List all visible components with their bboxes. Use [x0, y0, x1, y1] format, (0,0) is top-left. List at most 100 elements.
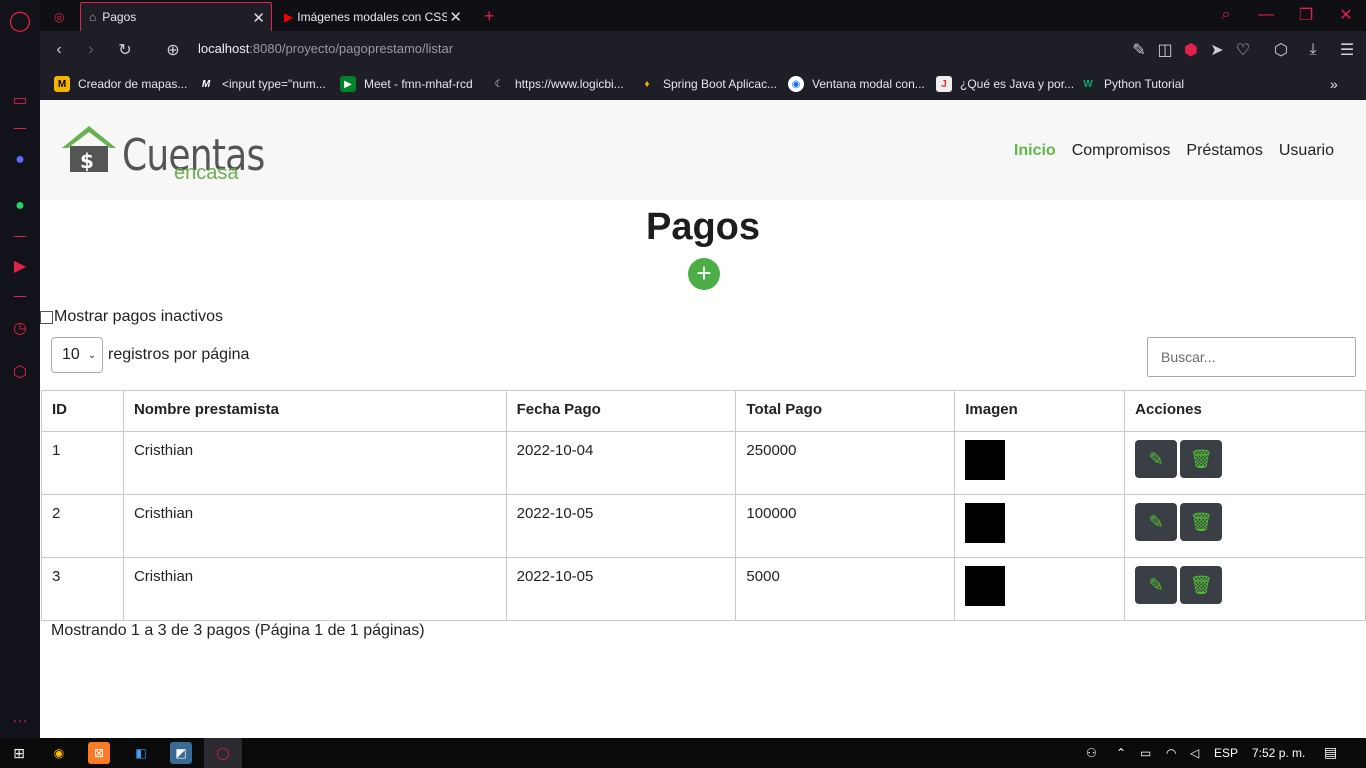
nav-prestamos[interactable]: Préstamos: [1186, 142, 1262, 160]
volume-icon[interactable]: ◁: [1190, 746, 1199, 760]
camera-icon[interactable]: ◫: [1154, 39, 1176, 61]
per-page-select[interactable]: 10 ⌄: [51, 337, 103, 373]
bookmark-icon: M: [201, 78, 211, 90]
cell-id: 1: [41, 431, 124, 495]
download-icon[interactable]: ⤓: [1302, 39, 1324, 61]
forward-icon[interactable]: ›: [80, 39, 102, 61]
delete-button[interactable]: 🗑: [1180, 440, 1223, 478]
bookmark-item[interactable]: ◉ Ventana modal con...: [788, 76, 925, 92]
pencil-icon: ✎: [1148, 512, 1164, 532]
chrome-icon[interactable]: ◉: [48, 742, 70, 764]
snapshot-edit-icon[interactable]: ✎: [1128, 39, 1150, 61]
cell-actions: ✎ 🗑: [1124, 557, 1366, 621]
back-icon[interactable]: ‹: [48, 39, 70, 61]
globe-icon: ⊕: [166, 42, 180, 59]
wifi-icon[interactable]: ◠: [1166, 746, 1176, 760]
bookmark-label: https://www.logicbi...: [515, 77, 624, 91]
nav-inicio[interactable]: Inicio: [1014, 142, 1056, 160]
per-page-value: 10: [62, 346, 80, 363]
close-window-icon[interactable]: ✕: [1334, 4, 1358, 26]
delete-button[interactable]: 🗑: [1180, 503, 1223, 541]
bookmark-item[interactable]: ☾ https://www.logicbi...: [491, 76, 624, 92]
clock[interactable]: 7:52 p. m.: [1252, 746, 1305, 760]
bookmark-item[interactable]: J ¿Qué es Java y por...: [936, 76, 1074, 92]
heart-icon[interactable]: ♡: [1232, 39, 1254, 61]
column-header[interactable]: ID: [41, 390, 124, 432]
page-title: Pagos: [645, 206, 761, 248]
bookmark-item[interactable]: M Creador de mapas...: [54, 76, 187, 92]
chevron-up-icon[interactable]: ⌃: [1116, 746, 1126, 760]
add-payment-button[interactable]: +: [688, 258, 720, 290]
extensions-icon[interactable]: ⬡: [8, 360, 32, 384]
tab-imagenes[interactable]: ▶ Imágenes modales con CSS ✕: [276, 2, 468, 31]
settings-icon[interactable]: ☰: [1336, 39, 1358, 61]
bookmark-item[interactable]: ▶ Meet - fmn-mhaf-rcd: [340, 76, 473, 92]
column-header[interactable]: Total Pago: [735, 390, 956, 432]
url-path: :8080/proyecto/pagoprestamo/listar: [249, 41, 454, 56]
column-header[interactable]: Fecha Pago: [505, 390, 737, 432]
show-inactive-label: Mostrar pagos inactivos: [54, 308, 223, 325]
vscode-icon[interactable]: ◧: [130, 742, 152, 764]
house-logo-icon[interactable]: $: [60, 124, 118, 172]
bookmark-item[interactable]: W Python Tutorial: [1080, 76, 1184, 92]
messenger-icon[interactable]: ●: [8, 148, 32, 172]
show-inactive-row: Mostrar pagos inactivos: [40, 308, 223, 326]
opera-taskbar-icon[interactable]: ◯: [204, 738, 242, 768]
close-icon[interactable]: ✕: [449, 8, 462, 26]
shopping-icon[interactable]: ▭: [8, 88, 32, 112]
cell-name: Cristhian: [122, 431, 507, 495]
whatsapp-icon[interactable]: ●: [8, 194, 32, 218]
opera-logo-icon[interactable]: ◯: [8, 8, 32, 32]
send-icon[interactable]: ➤: [1206, 39, 1228, 61]
edit-button[interactable]: ✎: [1135, 503, 1178, 541]
people-icon[interactable]: ⚇: [1086, 746, 1097, 760]
cell-date: 2022-10-04: [505, 431, 737, 495]
nav-usuario[interactable]: Usuario: [1279, 142, 1334, 160]
search-input[interactable]: Buscar...: [1147, 337, 1356, 377]
payment-image-thumbnail[interactable]: [965, 440, 1006, 480]
minimize-icon[interactable]: —: [1254, 4, 1278, 26]
tab-bar: ◎ ⌂ Pagos ✕ ▶ Imágenes modales con CSS ✕…: [40, 0, 1366, 31]
payment-image-thumbnail[interactable]: [965, 503, 1006, 543]
restore-icon[interactable]: ❐: [1294, 4, 1318, 26]
column-header[interactable]: Nombre prestamista: [122, 390, 507, 432]
new-tab-button[interactable]: +: [476, 2, 503, 31]
delete-button[interactable]: 🗑: [1180, 566, 1223, 604]
history-icon[interactable]: ◷: [8, 316, 32, 340]
adblock-shield-icon[interactable]: ⬢: [1180, 39, 1202, 61]
column-header: Acciones: [1124, 390, 1366, 432]
search-tabs-icon[interactable]: ⌕: [1214, 4, 1238, 26]
cell-total: 5000: [735, 557, 956, 621]
show-inactive-checkbox[interactable]: [40, 310, 53, 324]
more-bookmarks-icon[interactable]: »: [1330, 76, 1338, 92]
reload-icon[interactable]: ↻: [114, 39, 136, 61]
tab-pagos[interactable]: ⌂ Pagos ✕: [80, 2, 272, 31]
close-icon[interactable]: ✕: [252, 9, 265, 27]
sidebar-divider: [14, 236, 26, 237]
battery-icon[interactable]: ▭: [1140, 746, 1151, 760]
cell-id: 2: [41, 494, 124, 558]
cell-date: 2022-10-05: [505, 494, 737, 558]
edit-button[interactable]: ✎: [1135, 566, 1178, 604]
url-host: localhost: [198, 41, 250, 56]
xampp-icon[interactable]: ⊠: [88, 742, 110, 764]
logo-subtext: encasa: [174, 162, 239, 184]
more-icon[interactable]: …: [8, 706, 32, 730]
bookmark-item[interactable]: M <input type="num...: [198, 76, 326, 92]
nav-compromisos[interactable]: Compromisos: [1072, 142, 1171, 160]
notifications-icon[interactable]: ▤: [1324, 744, 1337, 761]
main-nav: Inicio Compromisos Préstamos Usuario: [1014, 142, 1334, 160]
site-header: $ Cuentas encasa Inicio Compromisos Prés…: [40, 100, 1366, 200]
column-header: Imagen: [954, 390, 1126, 432]
box-icon[interactable]: ⬡: [1270, 39, 1292, 61]
windows-start-icon[interactable]: ⊞: [8, 742, 30, 764]
player-icon[interactable]: ▶: [8, 254, 32, 278]
cell-image: [954, 557, 1126, 621]
url-field[interactable]: localhost:8080/proyecto/pagoprestamo/lis…: [198, 41, 453, 56]
db-tool-icon[interactable]: ◩: [170, 742, 192, 764]
bookmark-item[interactable]: ♦ Spring Boot Aplicac...: [639, 76, 777, 92]
gamepad-icon[interactable]: ◎: [46, 2, 76, 31]
language-indicator[interactable]: ESP: [1214, 746, 1238, 760]
edit-button[interactable]: ✎: [1135, 440, 1178, 478]
payment-image-thumbnail[interactable]: [965, 566, 1006, 606]
